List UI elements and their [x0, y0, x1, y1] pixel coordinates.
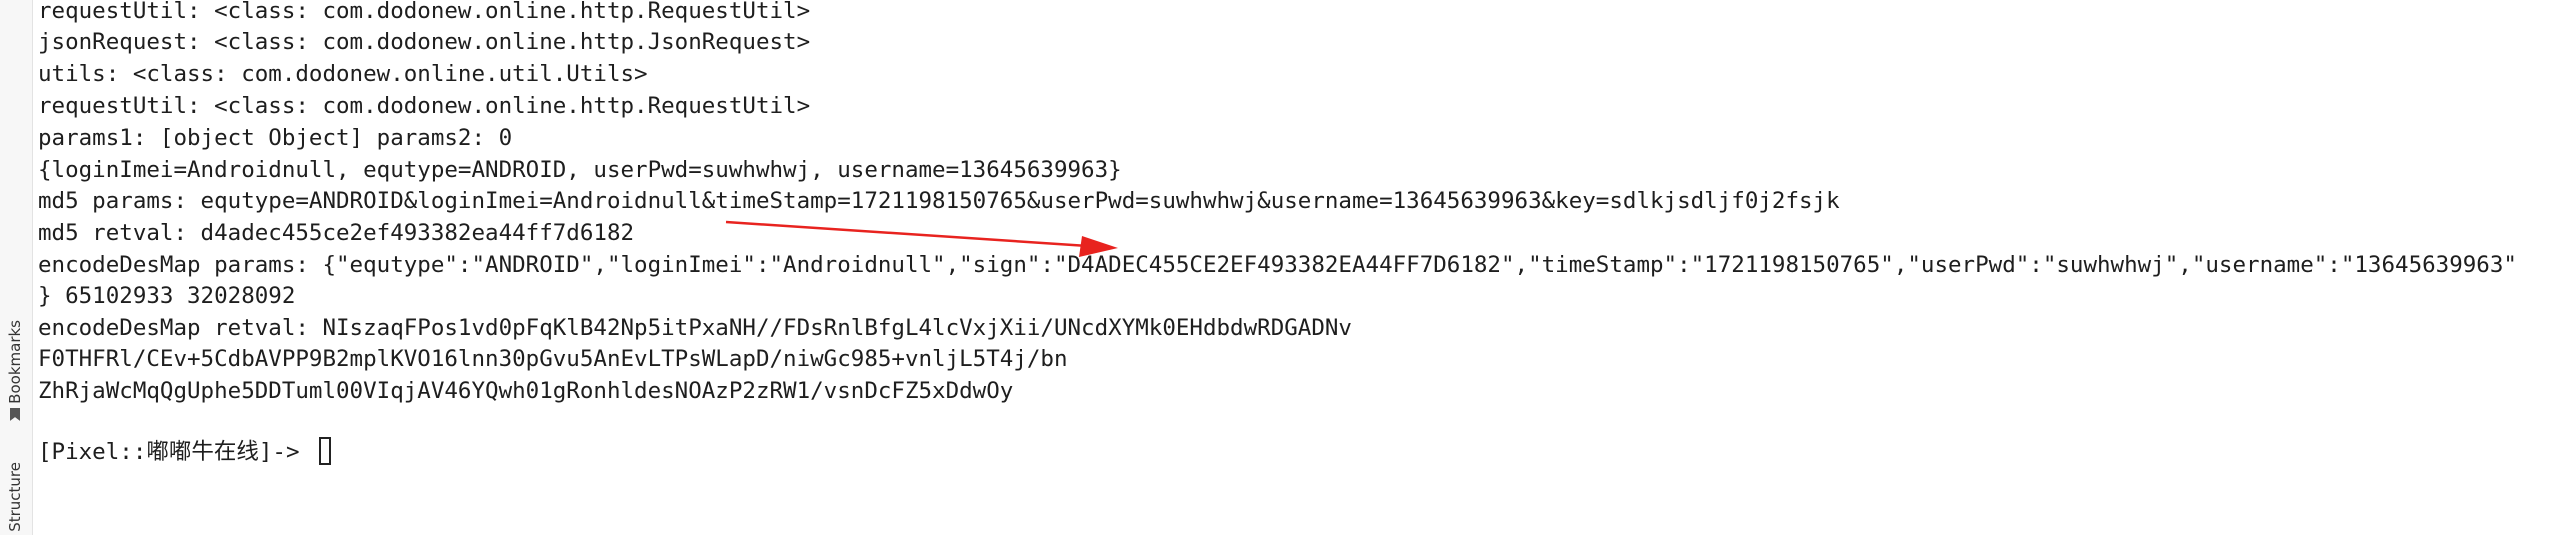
bookmarks-tab[interactable]: Bookmarks — [2, 320, 28, 421]
console-line: {loginImei=Androidnull, equtype=ANDROID,… — [38, 157, 1122, 183]
console-line: } 65102933 32028092 — [38, 283, 296, 309]
bookmarks-tab-label: Bookmarks — [6, 320, 24, 404]
bookmark-icon — [10, 407, 20, 421]
console-line: encodeDesMap retval: NIszaqFPos1vd0pFqKl… — [38, 315, 1352, 341]
console-prompt: [Pixel::嘟嘟牛在线]-> — [38, 439, 314, 465]
console-line: requestUtil: <class: com.dodonew.online.… — [38, 0, 811, 24]
console-line: jsonRequest: <class: com.dodonew.online.… — [38, 29, 811, 55]
console-line: ZhRjaWcMqQgUphe5DDTuml00VIqjAV46YQwh01gR… — [38, 378, 1014, 404]
console-line: utils: <class: com.dodonew.online.util.U… — [38, 61, 648, 87]
console-line: F0THFRl/CEv+5CdbAVPP9B2mplKVO16lnn30pGvu… — [38, 346, 1068, 372]
text-cursor[interactable] — [319, 437, 332, 465]
console-line: requestUtil: <class: com.dodonew.online.… — [38, 93, 811, 119]
structure-tab-label: Structure — [6, 462, 24, 532]
console-line: encodeDesMap params: {"equtype":"ANDROID… — [38, 252, 2517, 278]
console-line: md5 retval: d4adec455ce2ef493382ea44ff7d… — [38, 220, 635, 246]
console-line: md5 params: equtype=ANDROID&loginImei=An… — [38, 188, 1840, 214]
console-prompt-line[interactable]: [Pixel::嘟嘟牛在线]-> — [38, 437, 332, 468]
console-line: params1: [object Object] params2: 0 — [38, 125, 513, 151]
structure-tab[interactable]: Structure — [2, 462, 28, 532]
tool-window-strip: Bookmarks Structure — [0, 0, 33, 535]
console-output[interactable]: requestUtil: <class: com.dodonew.online.… — [38, 0, 2551, 535]
